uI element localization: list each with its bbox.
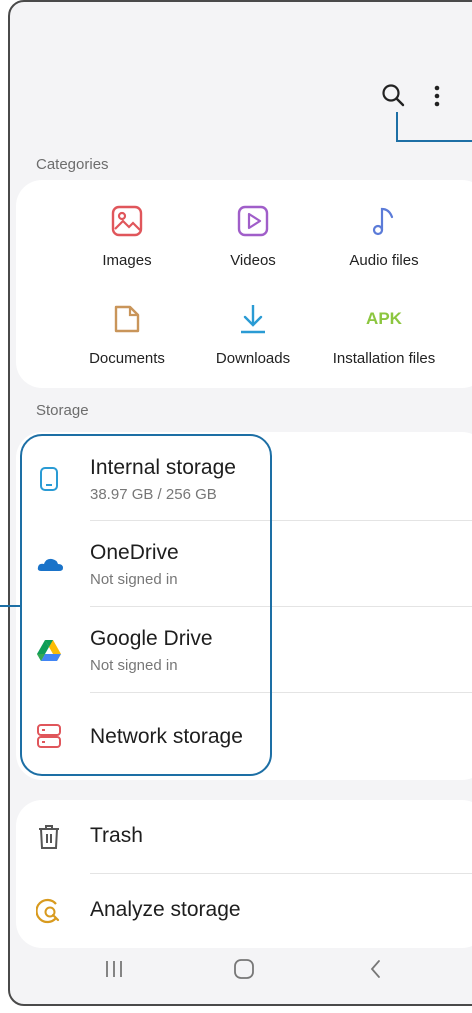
category-label: Downloads [215,350,291,367]
categories-label: Categories [36,156,109,173]
video-icon [237,205,269,237]
home-icon[interactable] [232,957,256,981]
category-label: Images [102,252,152,269]
more-options-icon[interactable] [430,82,444,110]
category-downloads[interactable]: Downloads [188,302,318,367]
tools-card: Trash Analyze storage [16,800,472,948]
callout-line-storage [0,605,20,607]
category-videos[interactable]: Videos [188,204,318,269]
category-label: Videos [230,252,276,269]
back-icon[interactable] [364,957,388,981]
recents-icon[interactable] [102,957,126,981]
tools-item-trash[interactable]: Trash [16,800,472,872]
document-icon [114,305,140,333]
category-label: Documents [89,350,165,367]
storage-highlight-box [20,434,272,776]
storage-label: Storage [36,402,89,419]
category-label: Audio files [349,252,419,269]
category-audio-files[interactable]: Audio files [319,204,449,269]
analyze-storage-icon [36,898,60,924]
image-icon [111,205,143,237]
tools-item-title: Trash [90,824,143,847]
search-icon[interactable] [380,82,406,108]
download-icon [241,305,265,334]
music-note-icon [372,207,394,236]
apk-icon: APK [366,309,402,328]
category-installation-files[interactable]: APK Installation files [319,302,449,367]
category-documents[interactable]: Documents [62,302,192,367]
callout-line-search-horizontal [396,140,472,142]
callout-line-search [396,112,398,142]
tools-item-title: Analyze storage [90,898,241,921]
navigation-bar [0,935,472,1005]
trash-icon [39,825,59,849]
category-label: Installation files [332,350,436,367]
category-images[interactable]: Images [62,204,192,269]
categories-card: Images Videos Audio files Documents Down… [16,180,472,388]
